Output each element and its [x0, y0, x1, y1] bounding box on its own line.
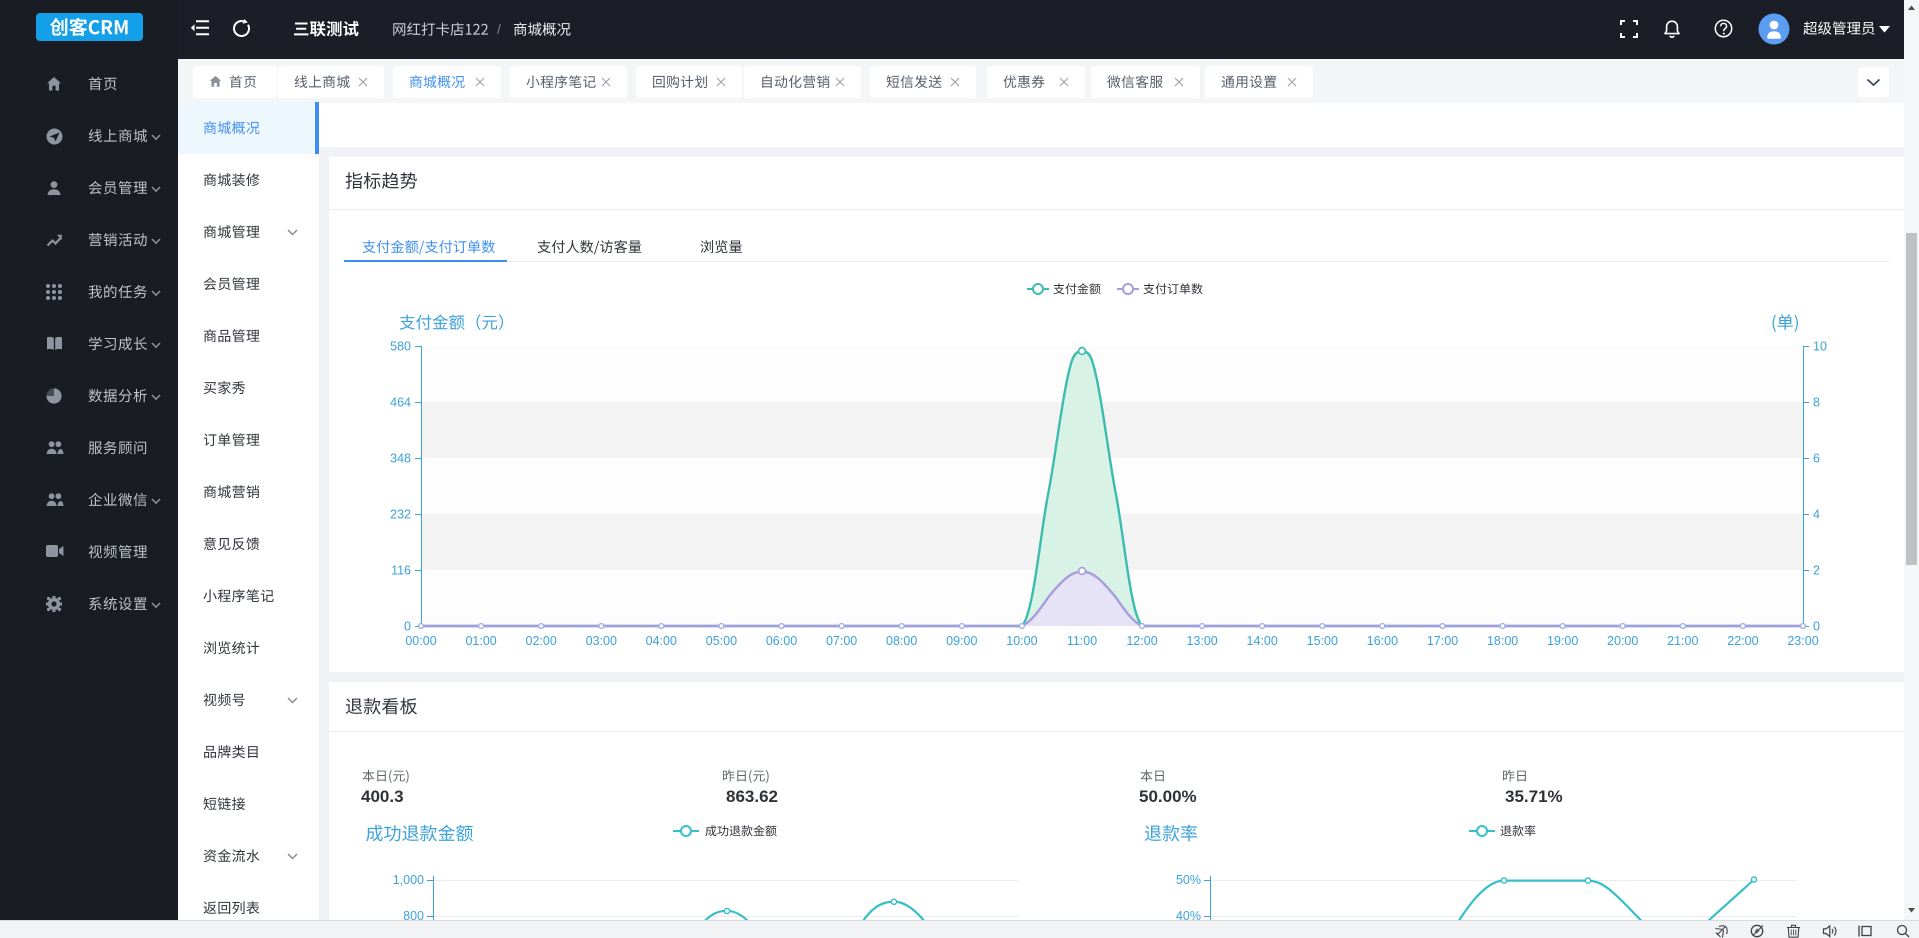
svg-text:21:00: 21:00 [1667, 634, 1698, 648]
svg-text:18:00: 18:00 [1487, 634, 1518, 648]
svg-text:10:00: 10:00 [1006, 634, 1037, 648]
svg-text:580: 580 [390, 340, 411, 354]
svg-text:11:00: 11:00 [1067, 634, 1097, 648]
svg-text:08:00: 08:00 [886, 634, 917, 648]
svg-text:15:00: 15:00 [1307, 634, 1338, 648]
svg-text:07:00: 07:00 [826, 634, 857, 648]
svg-text:1,000: 1,000 [393, 873, 424, 887]
svg-text:232: 232 [390, 508, 411, 522]
svg-text:00:00: 00:00 [405, 634, 436, 648]
svg-text:12:00: 12:00 [1126, 634, 1157, 648]
svg-text:6: 6 [1813, 452, 1820, 466]
svg-text:50%: 50% [1176, 873, 1201, 887]
svg-text:16:00: 16:00 [1367, 634, 1398, 648]
svg-text:20:00: 20:00 [1607, 634, 1638, 648]
svg-text:0: 0 [404, 620, 411, 634]
svg-text:19:00: 19:00 [1547, 634, 1578, 648]
svg-text:01:00: 01:00 [465, 634, 496, 648]
svg-text:116: 116 [391, 564, 411, 578]
svg-text:03:00: 03:00 [586, 634, 617, 648]
svg-text:348: 348 [390, 452, 411, 466]
svg-text:06:00: 06:00 [766, 634, 797, 648]
svg-text:2: 2 [1813, 564, 1820, 578]
svg-text:10: 10 [1813, 340, 1827, 354]
svg-text:8: 8 [1813, 396, 1820, 410]
svg-text:05:00: 05:00 [706, 634, 737, 648]
svg-text:14:00: 14:00 [1247, 634, 1278, 648]
svg-text:22:00: 22:00 [1727, 634, 1758, 648]
svg-text:4: 4 [1813, 508, 1820, 522]
svg-text:04:00: 04:00 [646, 634, 677, 648]
svg-text:13:00: 13:00 [1186, 634, 1217, 648]
svg-text:09:00: 09:00 [946, 634, 977, 648]
svg-text:23:00: 23:00 [1787, 634, 1818, 648]
svg-text:464: 464 [390, 396, 411, 410]
svg-text:02:00: 02:00 [526, 634, 557, 648]
svg-text:17:00: 17:00 [1427, 634, 1458, 648]
svg-text:0: 0 [1813, 620, 1820, 634]
